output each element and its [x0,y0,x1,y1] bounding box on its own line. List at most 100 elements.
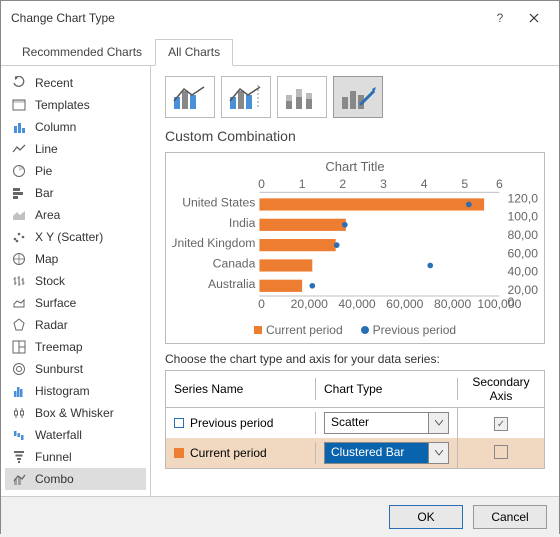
col-header-name: Series Name [166,378,316,400]
sidebar-item-label: Waterfall [35,428,82,442]
sidebar-item-histogram[interactable]: Histogram [5,380,146,402]
sidebar-item-bar[interactable]: Bar [5,182,146,204]
svg-text:4: 4 [421,177,428,191]
svg-text:120,000: 120,000 [507,191,538,205]
area-icon [11,207,27,223]
surface-icon [11,295,27,311]
sidebar-item-combo[interactable]: Combo [5,468,146,490]
waterfall-icon [11,427,27,443]
sunburst-icon [11,361,27,377]
sidebar-item-funnel[interactable]: Funnel [5,446,146,468]
treemap-icon [11,339,27,355]
svg-text:India: India [229,216,256,230]
line-icon [11,141,27,157]
tab-recommended[interactable]: Recommended Charts [9,39,155,66]
chart-type-dropdown-previous[interactable]: Scatter [324,412,449,434]
combo-subtype-custom[interactable] [333,76,383,118]
svg-text:United Kingdom: United Kingdom [172,236,255,250]
series-table-header: Series Name Chart Type Secondary Axis [166,371,544,408]
sidebar-item-surface[interactable]: Surface [5,292,146,314]
close-icon [529,13,539,23]
svg-text:60,000: 60,000 [386,297,423,311]
cancel-button[interactable]: Cancel [473,505,547,529]
ok-button[interactable]: OK [389,505,463,529]
sidebar-item-area[interactable]: Area [5,204,146,226]
combo-subtype-2[interactable] [221,76,271,118]
svg-text:Canada: Canada [213,256,256,270]
map-icon [11,251,27,267]
series-row-previous[interactable]: Previous period Scatter ✓ [166,408,544,438]
sidebar-item-waterfall[interactable]: Waterfall [5,424,146,446]
close-button[interactable] [517,7,551,29]
sidebar-item-treemap[interactable]: Treemap [5,336,146,358]
box-whisker-icon [11,405,27,421]
sidebar-item-templates[interactable]: Templates [5,94,146,116]
chart-type-dropdown-current[interactable]: Clustered Bar [324,442,449,464]
svg-text:60,000: 60,000 [507,246,538,260]
sidebar-item-label: Column [35,120,76,134]
sidebar-item-label: Surface [35,296,76,310]
series-row-current[interactable]: Current period Clustered Bar [166,438,544,468]
sidebar-item-boxwhisker[interactable]: Box & Whisker [5,402,146,424]
sidebar-item-label: Templates [35,98,90,112]
help-button[interactable]: ? [483,7,517,29]
secondary-axis-checkbox-previous[interactable]: ✓ [494,417,508,431]
content: Recent Templates Column Line Pie Bar Are… [1,66,559,496]
sidebar-item-map[interactable]: Map [5,248,146,270]
tab-all-charts[interactable]: All Charts [155,39,233,66]
sidebar-item-label: Funnel [35,450,72,464]
svg-text:1: 1 [299,177,306,191]
sidebar-item-label: Combo [35,472,74,486]
col-header-axis: Secondary Axis [458,371,544,407]
sidebar-item-label: X Y (Scatter) [35,230,103,244]
sidebar-item-sunburst[interactable]: Sunburst [5,358,146,380]
sidebar-item-label: Box & Whisker [35,406,114,420]
chart-svg: 012 3456 120,000100,00080,000 60,00040,0… [172,176,538,318]
sidebar-item-scatter[interactable]: X Y (Scatter) [5,226,146,248]
chart-preview: Chart Title 012 3456 120,000100,00080,00… [165,152,545,344]
secondary-axis-checkbox-current[interactable] [494,445,508,459]
sidebar-item-label: Histogram [35,384,90,398]
chevron-down-icon [428,443,448,463]
main-panel: Custom Combination Chart Title 012 3456 … [151,66,559,496]
combo-subtype-1[interactable] [165,76,215,118]
sidebar-item-label: Map [35,252,58,266]
series-name: Previous period [190,416,273,430]
chart-type-sidebar: Recent Templates Column Line Pie Bar Are… [1,66,151,496]
combo-subtype-3[interactable] [277,76,327,118]
sidebar-item-label: Recent [35,76,73,90]
svg-text:Australia: Australia [208,277,256,291]
sidebar-item-stock[interactable]: Stock [5,270,146,292]
stock-icon [11,273,27,289]
svg-text:100,000: 100,000 [477,297,521,311]
scatter-icon [11,229,27,245]
svg-text:0: 0 [258,297,265,311]
svg-text:40,000: 40,000 [507,265,538,279]
pie-icon [11,163,27,179]
svg-text:5: 5 [461,177,468,191]
svg-text:6: 6 [496,177,503,191]
sidebar-item-label: Area [35,208,60,222]
tabs: Recommended Charts All Charts [1,33,559,66]
sidebar-item-column[interactable]: Column [5,116,146,138]
recent-icon [11,75,27,91]
column-icon [11,119,27,135]
chart-legend: Current period Previous period [172,323,538,337]
sidebar-item-radar[interactable]: Radar [5,314,146,336]
sidebar-item-line[interactable]: Line [5,138,146,160]
sidebar-item-pie[interactable]: Pie [5,160,146,182]
bar-icon [11,185,27,201]
svg-text:80,000: 80,000 [507,228,538,242]
instruction-label: Choose the chart type and axis for your … [165,352,545,366]
sidebar-item-label: Pie [35,164,52,178]
series-swatch [174,448,184,458]
series-name: Current period [190,446,267,460]
series-swatch [174,418,184,428]
svg-text:100,000: 100,000 [507,210,538,224]
sidebar-item-label: Line [35,142,58,156]
svg-text:40,000: 40,000 [338,297,375,311]
svg-text:80,000: 80,000 [434,297,471,311]
sidebar-item-label: Radar [35,318,68,332]
funnel-icon [11,449,27,465]
sidebar-item-recent[interactable]: Recent [5,72,146,94]
